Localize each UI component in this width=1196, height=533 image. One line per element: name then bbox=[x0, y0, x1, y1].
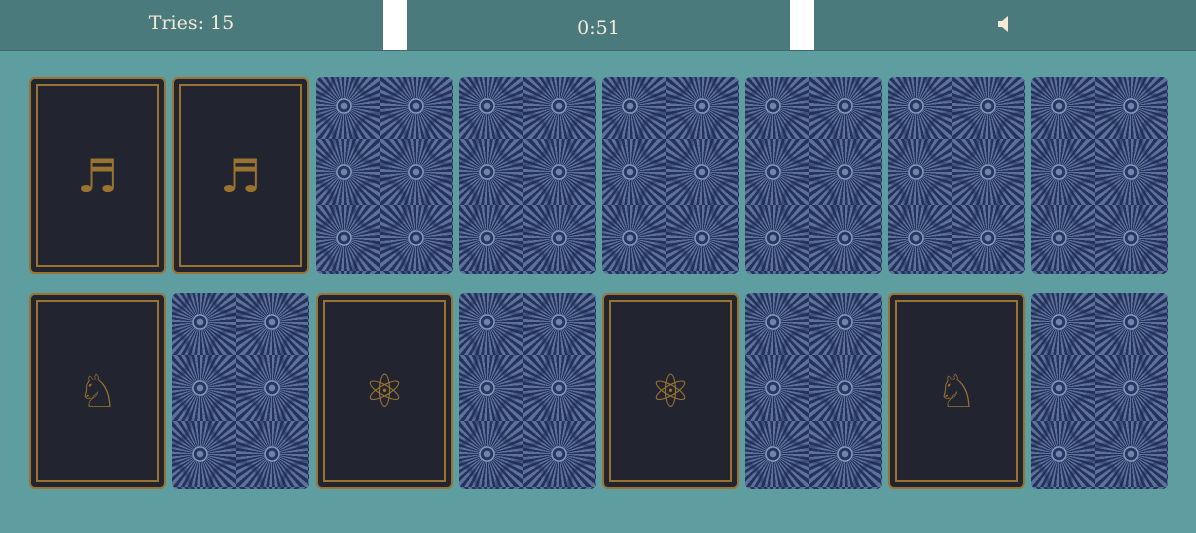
header-divider bbox=[790, 0, 814, 50]
card-face-down[interactable] bbox=[172, 293, 309, 489]
music-notes-icon: ♬ bbox=[219, 148, 262, 203]
music-notes-icon: ♬ bbox=[76, 148, 119, 203]
card-face-up[interactable]: ♬ bbox=[172, 77, 309, 274]
atom-icon: ⚛ bbox=[649, 364, 692, 418]
card-face-down[interactable] bbox=[1031, 77, 1168, 274]
card-face-down[interactable] bbox=[1031, 293, 1168, 489]
card-face-down[interactable] bbox=[602, 77, 739, 274]
card-face-down[interactable] bbox=[459, 293, 596, 489]
card-face-up[interactable]: ♘ bbox=[888, 293, 1025, 489]
sound-toggle[interactable] bbox=[814, 0, 1196, 50]
card-face-up[interactable]: ♬ bbox=[29, 77, 166, 274]
card-face-down[interactable] bbox=[745, 293, 882, 489]
card-face-up[interactable]: ⚛ bbox=[316, 293, 453, 489]
card-face-down[interactable] bbox=[745, 77, 882, 274]
tries-counter: Tries: 15 bbox=[148, 12, 235, 34]
atom-icon: ⚛ bbox=[363, 364, 406, 418]
top-bar: Tries: 15 0:51 bbox=[0, 0, 1196, 51]
card-face-down[interactable] bbox=[888, 77, 1025, 274]
chess-knight-icon: ♘ bbox=[76, 364, 119, 418]
card-face-down[interactable] bbox=[316, 77, 453, 274]
timer: 0:51 bbox=[577, 17, 620, 39]
card-face-down[interactable] bbox=[459, 77, 596, 274]
card-face-up[interactable]: ♘ bbox=[29, 293, 166, 489]
chess-knight-icon: ♘ bbox=[935, 364, 978, 418]
speaker-icon[interactable] bbox=[997, 14, 1013, 34]
header-divider bbox=[383, 0, 407, 50]
card-face-up[interactable]: ⚛ bbox=[602, 293, 739, 489]
